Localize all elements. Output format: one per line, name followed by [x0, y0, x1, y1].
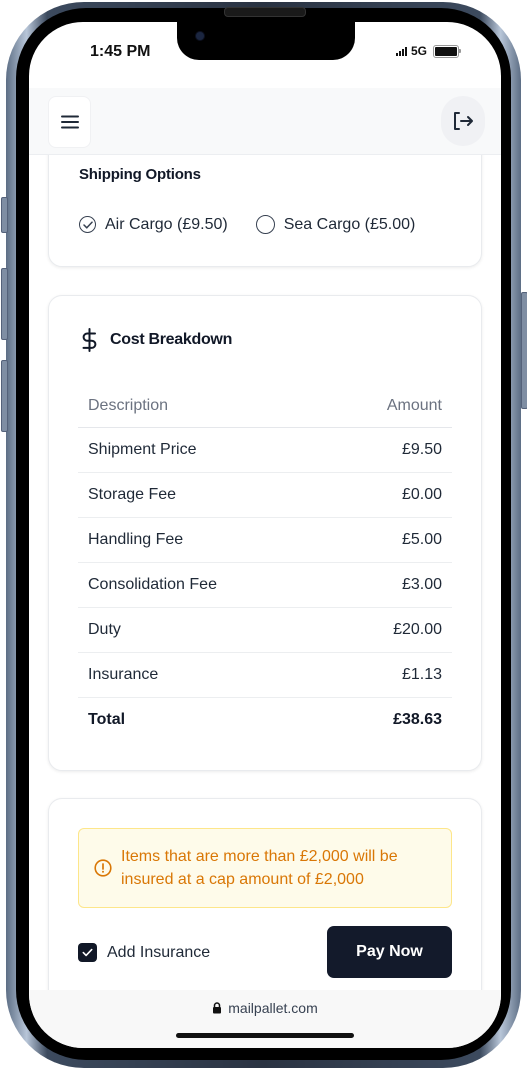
hamburger-menu-icon	[60, 115, 79, 129]
logout-icon	[454, 112, 473, 130]
table-header-row: Description Amount	[78, 384, 452, 428]
row-description: Handling Fee	[78, 517, 327, 563]
alert-circle-icon	[94, 859, 112, 877]
row-amount: £5.00	[326, 517, 452, 563]
column-header-description: Description	[78, 384, 327, 428]
shipping-options-card: Shipping Options Air Cargo (£9.50) Sea C…	[48, 155, 482, 267]
volume-up-button	[1, 268, 8, 340]
table-row: Insurance £1.13	[78, 652, 452, 698]
add-insurance-label: Add Insurance	[107, 943, 211, 961]
table-row: Consolidation Fee £3.00	[78, 562, 452, 608]
home-indicator[interactable]	[176, 1033, 354, 1038]
cost-breakdown-title: Cost Breakdown	[110, 331, 233, 348]
app-header	[29, 88, 501, 155]
table-row: Shipment Price £9.50	[78, 427, 452, 473]
total-amount: £38.63	[393, 711, 442, 728]
checkbox-checked-icon[interactable]	[78, 943, 97, 962]
row-description: Shipment Price	[78, 427, 327, 473]
logout-button[interactable]	[441, 96, 485, 146]
speaker-grille	[224, 7, 306, 17]
status-indicators: 5G	[395, 44, 461, 58]
row-description: Duty	[78, 607, 327, 653]
shipping-options-title: Shipping Options	[79, 166, 201, 183]
row-amount: £3.00	[326, 562, 452, 608]
table-row: Duty £20.00	[78, 607, 452, 653]
front-camera	[195, 31, 205, 41]
row-amount: £20.00	[326, 607, 452, 653]
add-insurance-toggle[interactable]: Add Insurance	[78, 943, 210, 962]
signal-icon	[395, 46, 407, 56]
shipping-option-label: Sea Cargo (£5.00)	[283, 215, 416, 233]
row-description: Consolidation Fee	[78, 562, 327, 608]
shipping-options-group: Air Cargo (£9.50) Sea Cargo (£5.00)	[79, 215, 415, 234]
alert-text: Items that are more than £2,000 will be …	[121, 848, 398, 888]
payment-card: Items that are more than £2,000 will be …	[48, 798, 482, 990]
cost-breakdown-table: Description Amount Shipment Price £9.50 …	[78, 384, 452, 742]
phone-screen: 1:45 PM 5G Shipping Options Air Cargo (£…	[29, 22, 501, 1048]
row-amount: £9.50	[326, 427, 452, 473]
url-display[interactable]: mailpallet.com	[29, 1000, 501, 1016]
shipping-option-air-cargo[interactable]: Air Cargo (£9.50)	[79, 216, 228, 234]
radio-unchecked-icon[interactable]	[255, 215, 275, 234]
notch	[177, 22, 355, 60]
pay-now-button[interactable]: Pay Now	[327, 926, 452, 978]
shipping-option-label: Air Cargo (£9.50)	[105, 215, 228, 233]
menu-button[interactable]	[48, 96, 91, 148]
browser-url-bar[interactable]: mailpallet.com	[29, 990, 501, 1048]
status-time: 1:45 PM	[90, 43, 151, 60]
row-amount: £1.13	[326, 652, 452, 698]
table-row: Storage Fee £0.00	[78, 472, 452, 518]
radio-checked-icon[interactable]	[79, 216, 96, 233]
lock-icon	[213, 1002, 222, 1014]
insurance-cap-alert: Items that are more than £2,000 will be …	[78, 828, 452, 908]
volume-down-button	[1, 360, 8, 432]
total-row: Total £38.63	[78, 698, 452, 743]
row-description: Storage Fee	[78, 472, 327, 518]
shipping-option-sea-cargo[interactable]: Sea Cargo (£5.00)	[255, 215, 416, 234]
table-row: Handling Fee £5.00	[78, 517, 452, 563]
column-header-amount: Amount	[326, 384, 452, 428]
cost-breakdown-header: Cost Breakdown	[81, 328, 232, 352]
power-button	[521, 292, 527, 409]
action-button	[1, 197, 8, 233]
cost-breakdown-card: Cost Breakdown Description Amount Shipme…	[48, 295, 482, 771]
row-amount: £0.00	[326, 472, 452, 518]
row-description: Insurance	[78, 652, 327, 698]
battery-icon	[433, 44, 461, 58]
total-label: Total	[88, 711, 126, 728]
network-type: 5G	[410, 44, 427, 58]
dollar-icon	[82, 328, 97, 352]
url-text: mailpallet.com	[228, 1000, 318, 1016]
page-content[interactable]: Shipping Options Air Cargo (£9.50) Sea C…	[29, 155, 501, 990]
